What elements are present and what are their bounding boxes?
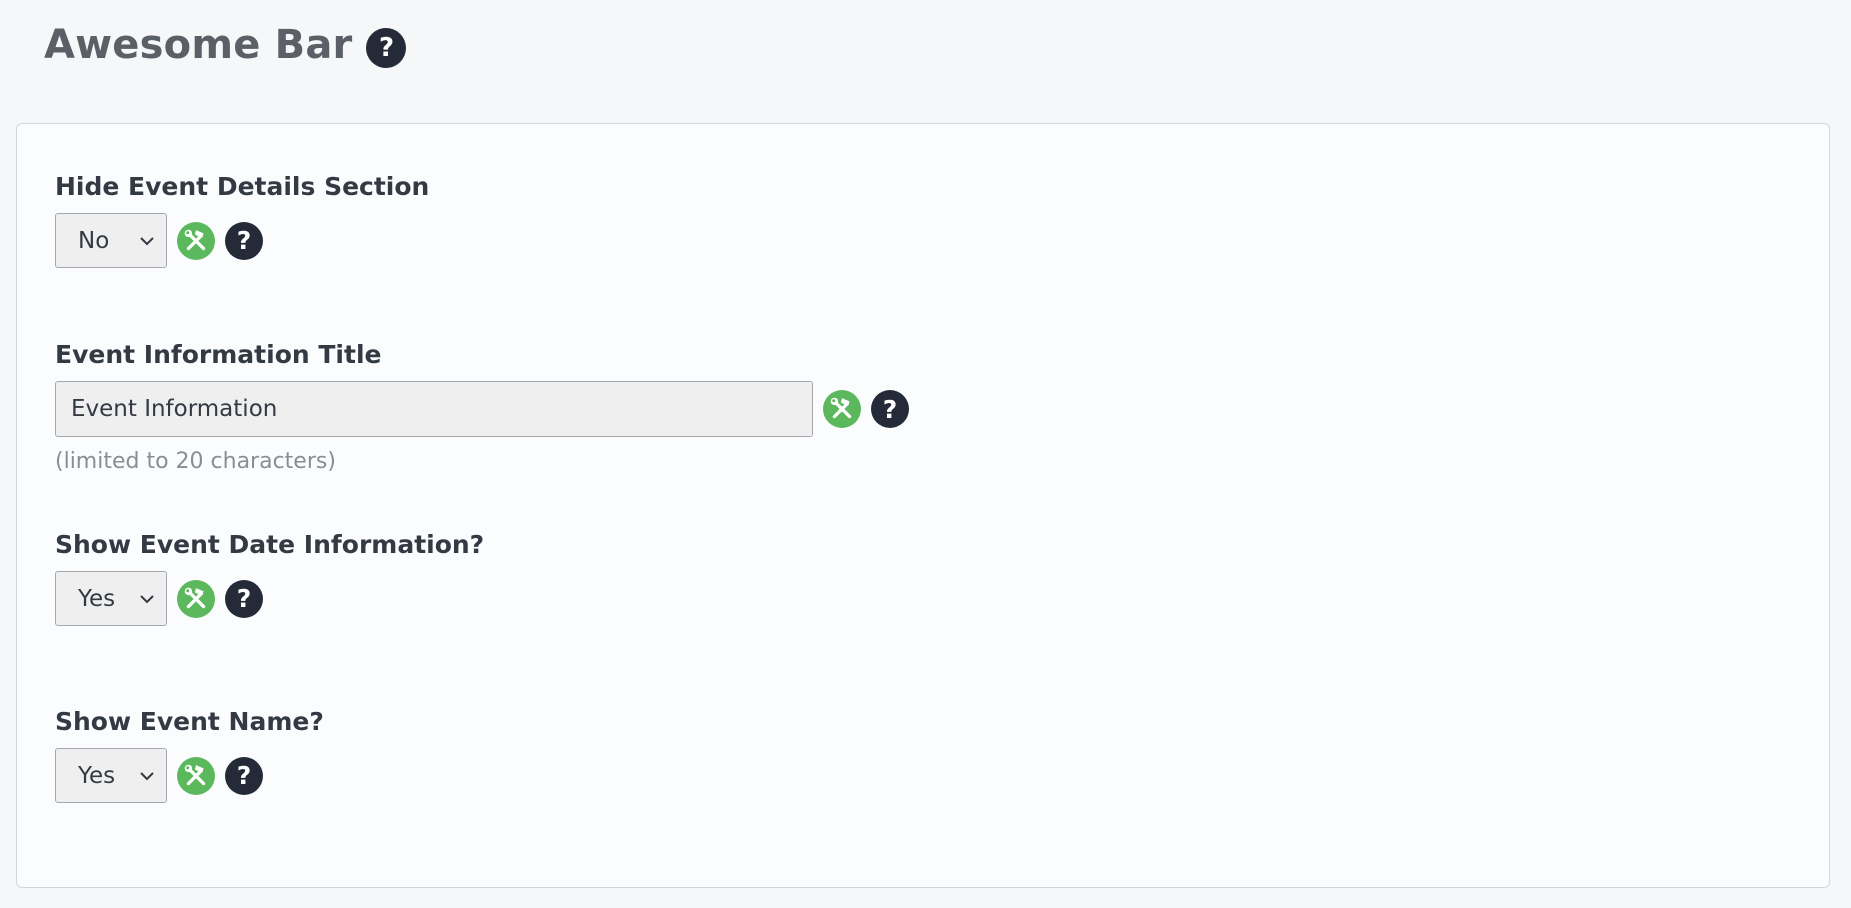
field-label: Hide Event Details Section [55,172,430,201]
hide-event-details-select[interactable]: No [55,213,167,268]
field-show-event-date: Show Event Date Information? Yes ? [55,530,484,626]
select-value: Yes [78,762,116,789]
field-show-event-name: Show Event Name? Yes ? [55,707,324,803]
hammer-wrench-icon[interactable] [823,390,861,428]
character-limit-hint: (limited to 20 characters) [55,449,336,474]
chevron-down-icon [140,772,154,781]
show-event-date-select[interactable]: Yes [55,571,167,626]
page: Awesome Bar ? Hide Event Details Section… [0,0,1851,908]
select-value: No [78,227,110,254]
question-circle-icon[interactable]: ? [225,756,263,795]
control-row: ? [55,381,909,437]
field-label: Event Information Title [55,340,382,369]
question-circle-icon[interactable]: ? [225,579,263,618]
chevron-down-icon [140,237,154,246]
field-label: Show Event Name? [55,707,324,736]
control-row: Yes ? [55,748,324,803]
field-event-information-title: Event Information Title ? (l [55,340,909,474]
question-circle-icon[interactable]: ? [366,28,407,68]
show-event-name-select[interactable]: Yes [55,748,167,803]
settings-panel: Hide Event Details Section No ? Event In… [16,123,1830,888]
page-title: Awesome Bar [44,22,353,68]
question-circle-icon[interactable]: ? [225,221,263,260]
question-circle-icon[interactable]: ? [871,390,909,428]
select-value: Yes [78,585,116,612]
field-hide-event-details: Hide Event Details Section No ? [55,172,429,268]
field-label: Show Event Date Information? [55,530,485,559]
control-row: Yes ? [55,571,484,626]
hammer-wrench-icon[interactable] [177,756,215,795]
hammer-wrench-icon[interactable] [177,221,215,260]
chevron-down-icon [140,595,154,604]
page-header: Awesome Bar ? [44,22,407,68]
event-information-title-input[interactable] [55,381,813,437]
hammer-wrench-icon[interactable] [177,579,215,618]
control-row: No ? [55,213,429,268]
